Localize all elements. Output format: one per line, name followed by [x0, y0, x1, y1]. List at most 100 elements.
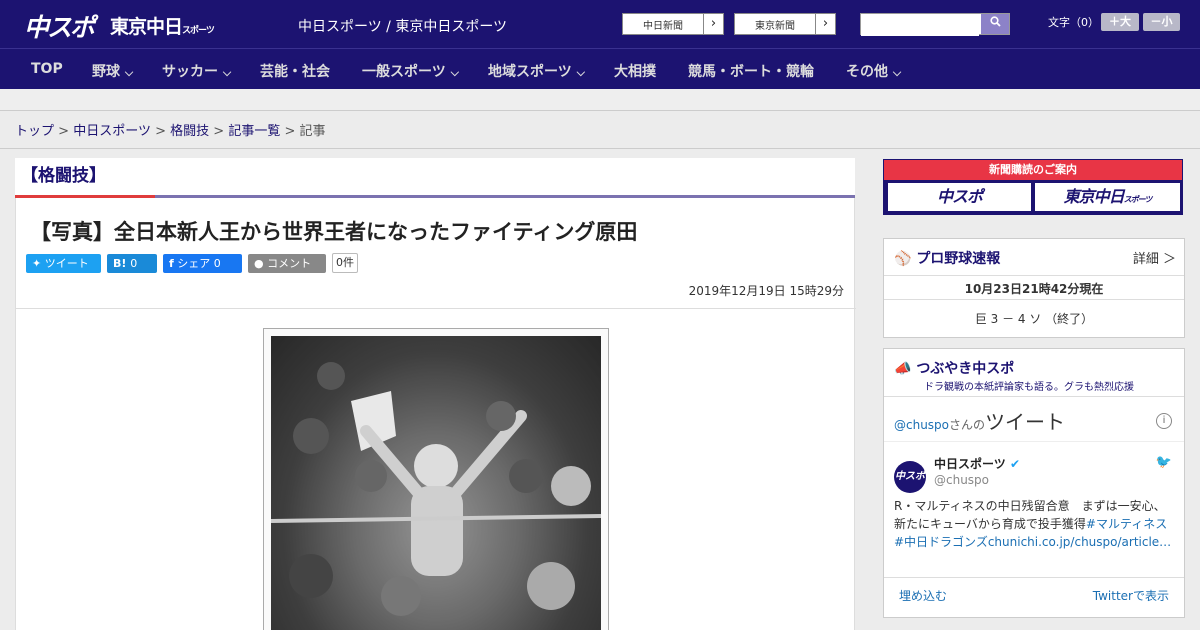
article-date: 2019年12月19日 15時29分: [688, 284, 844, 298]
site-header: 中スポ 東京中日スポーツ 中日スポーツ / 東京中日スポーツ 中日新聞 › 東京新…: [0, 0, 1200, 48]
font-size-label: 文字（0）: [1048, 16, 1099, 29]
baseball-game-score[interactable]: 巨 3 － 4 ソ （終了）: [884, 310, 1184, 327]
avatar[interactable]: 中スポ: [894, 461, 926, 493]
comment-count: 0件: [332, 253, 358, 273]
search-box: [860, 13, 1010, 36]
facebook-share-label: シェア: [177, 257, 211, 270]
baseball-time: 10月23日21時42分現在: [964, 282, 1104, 296]
breadcrumb-separator: >: [284, 124, 296, 139]
search-input[interactable]: [861, 15, 979, 36]
tweet-widget-title: つぶやき中スポ: [916, 361, 1015, 377]
tweet-author-handle[interactable]: @chuspo: [934, 473, 989, 487]
global-nav: TOP 野球 ⌵ サッカー ⌵ 芸能・社会 一般スポーツ ⌵ 地域スポーツ ⌵ …: [0, 48, 1200, 89]
chevron-down-icon: ⌵: [124, 66, 134, 79]
breadcrumb-chunichi[interactable]: 中日スポーツ: [73, 124, 151, 139]
subscription-banner[interactable]: 新聞購読のご案内 中スポ 東京中日スポーツ: [883, 159, 1183, 215]
boxer-photo: [271, 336, 601, 630]
baseball-score-box: ⚾ プロ野球速報 詳細 ＞ 10月23日21時42分現在 巨 3 － 4 ソ （…: [883, 238, 1185, 338]
baseball-title: プロ野球速報: [916, 251, 1001, 267]
nav-entertainment[interactable]: 芸能・社会: [260, 61, 330, 81]
chuspo-logo[interactable]: 中スポ: [24, 8, 95, 44]
tweet-button[interactable]: ✦ ツイート: [26, 254, 101, 273]
chunichi-shimbun-label: 中日新聞: [643, 21, 683, 32]
breadcrumb-top[interactable]: トップ: [15, 124, 54, 139]
tweet-author-name[interactable]: 中日スポーツ ✔: [934, 455, 1020, 472]
breadcrumb-separator: >: [58, 124, 70, 139]
nav-baseball[interactable]: 野球 ⌵: [92, 61, 133, 81]
divider: [884, 577, 1184, 578]
category-heading: 【格闘技】: [15, 158, 855, 198]
nav-general-sports[interactable]: 一般スポーツ ⌵: [362, 61, 459, 81]
tweet-widget: 📣 つぶやき中スポ ドラ観戦の本紙評論家も語る。グラも熱烈応援 @chuspoさ…: [883, 348, 1185, 618]
tweet-widget-heading: 📣 つぶやき中スポ: [894, 358, 1014, 378]
subscription-title: 新聞購読のご案内: [884, 160, 1182, 180]
tweet-hashtag[interactable]: #マルティネス: [1086, 517, 1167, 531]
megaphone-icon: 📣: [894, 361, 912, 377]
tweet-button-label: ツイート: [44, 257, 89, 270]
nav-regional-sports[interactable]: 地域スポーツ ⌵: [488, 61, 585, 81]
nav-racing[interactable]: 競馬・ボート・競輪: [688, 61, 814, 81]
tweet-author-name-text: 中日スポーツ: [934, 457, 1006, 471]
article-title: 【写真】全日本新人王から世界王者になったファイティング原田: [30, 220, 638, 244]
embed-link[interactable]: 埋め込む: [899, 587, 947, 604]
chuspo-subscribe-link[interactable]: 中スポ: [888, 183, 1031, 211]
font-bigger-button[interactable]: ＋大: [1101, 13, 1139, 31]
divider: [16, 308, 856, 309]
breadcrumb-list[interactable]: 記事一覧: [228, 124, 280, 139]
divider: [884, 396, 1184, 397]
font-smaller-button[interactable]: －小: [1143, 13, 1180, 31]
tokyo-chunichi-subscribe-link[interactable]: 東京中日スポーツ: [1035, 183, 1180, 211]
article-photo[interactable]: [263, 328, 609, 630]
divider: [884, 299, 1184, 300]
chevron-down-icon: ⌵: [892, 66, 902, 79]
tokyo-chunichi-logo-text: 東京中日: [110, 16, 183, 38]
hatena-button[interactable]: B! 0: [107, 254, 157, 273]
breadcrumb-separator: >: [155, 124, 166, 139]
ad-strip: [0, 89, 1200, 111]
view-on-twitter-link[interactable]: Twitterで表示: [1093, 587, 1169, 604]
tokyo-chunichi-logo-sub: スポーツ: [182, 26, 215, 36]
divider: [884, 441, 1184, 442]
baseball-box-heading: ⚾ プロ野球速報: [894, 248, 1000, 268]
chevron-right-icon: ›: [815, 14, 835, 34]
facebook-icon: f: [169, 257, 174, 270]
nav-sumo[interactable]: 大相撲: [614, 61, 656, 81]
nav-top[interactable]: TOP: [31, 61, 63, 77]
tokyo-shimbun-link[interactable]: 東京新聞 ›: [734, 13, 836, 35]
chuspo-handle-link[interactable]: @chuspo: [894, 418, 949, 432]
nav-other[interactable]: その他 ⌵: [846, 61, 901, 81]
comment-icon: ●: [254, 257, 264, 270]
tweet-feed-label: ツイート: [985, 410, 1066, 434]
nav-baseball-label: 野球: [92, 64, 120, 80]
nav-other-label: その他: [846, 64, 888, 80]
breadcrumb-category[interactable]: 格闘技: [170, 124, 209, 139]
nav-soccer[interactable]: サッカー ⌵: [162, 61, 231, 81]
tokyo-chunichi-logo[interactable]: 東京中日スポーツ: [110, 12, 215, 39]
category-heading-text: 【格闘技】: [21, 166, 106, 186]
tweet-text: R・マルティネスの中日残留合意 まずは一安心、新たにキューバから育成で投手獲得#…: [894, 497, 1176, 551]
search-icon[interactable]: [981, 14, 1009, 34]
tweet-feed-possessive: さんの: [949, 418, 986, 432]
baseball-detail-link[interactable]: 詳細 ＞: [1133, 248, 1176, 267]
tweet-link[interactable]: chunichi.co.jp/chuspo/article…: [988, 535, 1171, 549]
verified-badge-icon: ✔: [1009, 457, 1021, 471]
breadcrumb: トップ > 中日スポーツ > 格闘技 > 記事一覧 > 記事: [15, 120, 326, 139]
hatena-icon: B!: [113, 257, 127, 270]
tokyo-shimbun-label: 東京新聞: [755, 21, 795, 32]
chevron-down-icon: ⌵: [576, 66, 585, 79]
site-name: 中日スポーツ / 東京中日スポーツ: [298, 19, 508, 35]
divider: [0, 148, 1200, 149]
comment-button[interactable]: ● コメント: [248, 254, 326, 273]
chunichi-shimbun-link[interactable]: 中日新聞 ›: [622, 13, 724, 35]
comment-label: コメント: [267, 257, 312, 270]
info-icon[interactable]: i: [1156, 413, 1172, 429]
breadcrumb-separator: >: [213, 124, 225, 139]
hatena-count: 0: [130, 257, 138, 270]
baseball-icon: ⚾: [894, 251, 912, 267]
facebook-share-button[interactable]: f シェア 0: [163, 254, 242, 273]
article: 【写真】全日本新人王から世界王者になったファイティング原田 ✦ ツイート B! …: [15, 198, 856, 630]
twitter-bird-icon: ✦: [32, 257, 42, 270]
tokyo-chunichi-subscribe-sub: スポーツ: [1123, 195, 1153, 204]
tweet-hashtag[interactable]: #中日ドラゴンズ: [894, 535, 988, 549]
nav-soccer-label: サッカー: [162, 64, 218, 80]
